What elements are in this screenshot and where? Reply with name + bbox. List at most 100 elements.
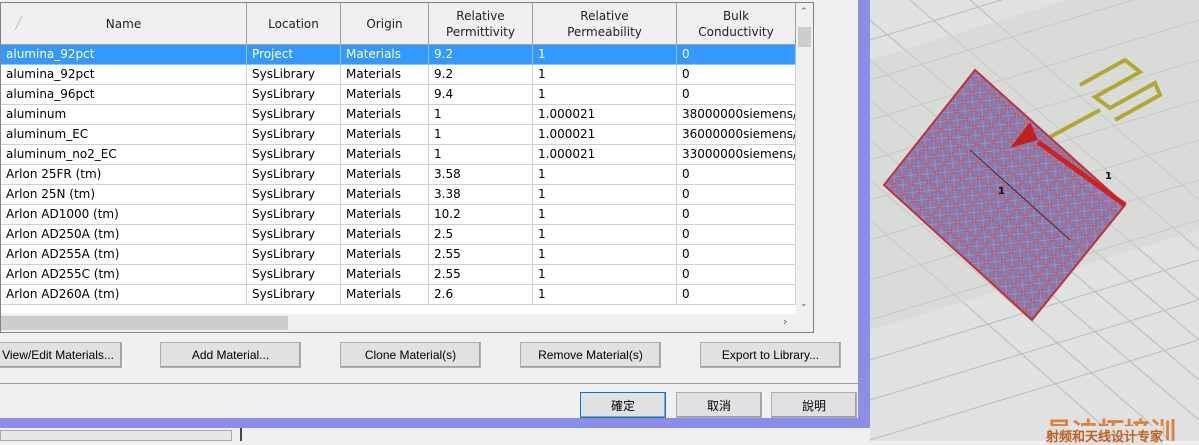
table-cell[interactable]: 1	[533, 165, 677, 185]
table-cell[interactable]: Materials	[341, 245, 429, 265]
table-cell[interactable]: aluminum	[1, 105, 247, 125]
export-to-library-button[interactable]: Export to Library...	[700, 342, 841, 368]
table-cell[interactable]: 1	[533, 85, 677, 105]
scroll-thumb[interactable]	[798, 27, 811, 47]
table-cell[interactable]: alumina_92pct	[1, 65, 247, 85]
table-row[interactable]: Arlon 25N (tm) SysLibrary Materials 3.38 1 0	[1, 185, 796, 205]
table-cell[interactable]: SysLibrary	[247, 105, 341, 125]
column-header[interactable]: Origin	[341, 3, 429, 45]
table-cell[interactable]: 2.55	[429, 265, 533, 285]
table-cell[interactable]: Materials	[341, 285, 429, 305]
table-row[interactable]: aluminum_no2_EC SysLibrary Materials 1 1.000…	[1, 145, 796, 165]
table-cell[interactable]: Materials	[341, 125, 429, 145]
table-cell[interactable]: Materials	[341, 45, 429, 65]
table-row[interactable]: Arlon AD255A (tm) SysLibrary Materials 2.55…	[1, 245, 796, 265]
column-header[interactable]: Location	[247, 3, 341, 45]
table-cell[interactable]: Arlon 25FR (tm)	[1, 165, 247, 185]
table-cell[interactable]: aluminum_no2_EC	[1, 145, 247, 165]
table-cell[interactable]: alumina_96pct	[1, 85, 247, 105]
table-row[interactable]: Arlon AD260A (tm) SysLibrary Materials 2.6 1…	[1, 285, 796, 305]
table-cell[interactable]: 10.2	[429, 205, 533, 225]
table-cell[interactable]: Materials	[341, 205, 429, 225]
table-cell[interactable]: Arlon AD255C (tm)	[1, 265, 247, 285]
table-cell[interactable]: Materials	[341, 225, 429, 245]
table-cell[interactable]: 2.55	[429, 245, 533, 265]
table-row[interactable]: Arlon AD250A (tm) SysLibrary Materials 2.5 1…	[1, 225, 796, 245]
table-cell[interactable]: 9.4	[429, 85, 533, 105]
table-cell[interactable]: 1.000021	[533, 105, 677, 125]
table-cell[interactable]: 1.000021	[533, 145, 677, 165]
table-cell[interactable]: 1	[533, 185, 677, 205]
scroll-right-icon[interactable]: ›	[783, 315, 787, 328]
table-cell[interactable]: Materials	[341, 85, 429, 105]
table-cell[interactable]: SysLibrary	[247, 265, 341, 285]
table-row[interactable]: alumina_92pct Project Materials 9.2 1 0	[1, 45, 796, 65]
help-button[interactable]: 說明	[771, 392, 857, 418]
table-row[interactable]: aluminum SysLibrary Materials 1 1.000021 3800…	[1, 105, 796, 125]
table-row[interactable]: aluminum_EC SysLibrary Materials 1 1.000021 3…	[1, 125, 796, 145]
clone-material-button[interactable]: Clone Material(s)	[340, 342, 481, 368]
table-cell[interactable]: 1	[533, 45, 677, 65]
column-header[interactable]: Relative Permittivity	[429, 3, 533, 45]
table-cell[interactable]: SysLibrary	[247, 125, 341, 145]
table-cell[interactable]: Materials	[341, 105, 429, 125]
table-row[interactable]: Arlon AD1000 (tm) SysLibrary Materials 10.2…	[1, 205, 796, 225]
table-cell[interactable]: 0	[677, 225, 796, 245]
table-cell[interactable]: SysLibrary	[247, 65, 341, 85]
table-cell[interactable]: 9.2	[429, 45, 533, 65]
table-cell[interactable]: 0	[677, 265, 796, 285]
table-cell[interactable]: Arlon AD255A (tm)	[1, 245, 247, 265]
table-cell[interactable]: 1	[429, 145, 533, 165]
view-edit-materials-button[interactable]: View/Edit Materials...	[0, 342, 122, 368]
table-cell[interactable]: SysLibrary	[247, 85, 341, 105]
table-cell[interactable]: 1	[429, 105, 533, 125]
table-cell[interactable]: 1	[533, 65, 677, 85]
table-cell[interactable]: 0	[677, 185, 796, 205]
add-material-button[interactable]: Add Material...	[160, 342, 301, 368]
table-cell[interactable]: aluminum_EC	[1, 125, 247, 145]
table-cell[interactable]: 0	[677, 165, 796, 185]
table-cell[interactable]: SysLibrary	[247, 225, 341, 245]
table-cell[interactable]: 1	[533, 225, 677, 245]
table-cell[interactable]: SysLibrary	[247, 165, 341, 185]
table-cell[interactable]: 1	[429, 125, 533, 145]
remove-material-button[interactable]: Remove Material(s)	[520, 342, 661, 368]
horizontal-scrollbar[interactable]: ›	[1, 314, 813, 332]
table-cell[interactable]: 1	[533, 265, 677, 285]
table-cell[interactable]: 0	[677, 45, 796, 65]
vertical-scrollbar[interactable]: ⌃ ⌄	[796, 3, 813, 314]
scroll-down-icon[interactable]: ⌄	[800, 299, 808, 309]
cancel-button[interactable]: 取消	[676, 392, 762, 418]
table-cell[interactable]: 1	[533, 245, 677, 265]
table-cell[interactable]: Materials	[341, 65, 429, 85]
table-cell[interactable]: 0	[677, 65, 796, 85]
column-header[interactable]: ╱ Name	[1, 3, 247, 45]
table-cell[interactable]: SysLibrary	[247, 285, 341, 305]
table-cell[interactable]: 1	[533, 285, 677, 305]
table-cell[interactable]: 0	[677, 245, 796, 265]
column-header[interactable]: Relative Permeability	[533, 3, 677, 45]
table-cell[interactable]: 3.58	[429, 165, 533, 185]
table-cell[interactable]: 33000000siemens/m	[677, 145, 796, 165]
table-cell[interactable]: alumina_92pct	[1, 45, 247, 65]
table-cell[interactable]: 0	[677, 85, 796, 105]
table-cell[interactable]: SysLibrary	[247, 205, 341, 225]
table-row[interactable]: alumina_96pct SysLibrary Materials 9.4 1 0	[1, 85, 796, 105]
table-cell[interactable]: 0	[677, 205, 796, 225]
table-cell[interactable]: SysLibrary	[247, 145, 341, 165]
scroll-thumb[interactable]	[1, 316, 288, 330]
table-cell[interactable]: Arlon AD250A (tm)	[1, 225, 247, 245]
table-row[interactable]: Arlon AD255C (tm) SysLibrary Materials 2.55…	[1, 265, 796, 285]
table-cell[interactable]: Materials	[341, 185, 429, 205]
table-cell[interactable]: 38000000siemens/m	[677, 105, 796, 125]
table-cell[interactable]: Materials	[341, 145, 429, 165]
table-row[interactable]: alumina_92pct SysLibrary Materials 9.2 1 0	[1, 65, 796, 85]
table-cell[interactable]: 36000000siemens/m	[677, 125, 796, 145]
table-cell[interactable]: SysLibrary	[247, 185, 341, 205]
table-cell[interactable]: Arlon 25N (tm)	[1, 185, 247, 205]
column-header[interactable]: Bulk Conductivity	[677, 3, 796, 45]
table-cell[interactable]: Arlon AD260A (tm)	[1, 285, 247, 305]
table-cell[interactable]: 9.2	[429, 65, 533, 85]
table-cell[interactable]: 0	[677, 285, 796, 305]
table-cell[interactable]: Arlon AD1000 (tm)	[1, 205, 247, 225]
